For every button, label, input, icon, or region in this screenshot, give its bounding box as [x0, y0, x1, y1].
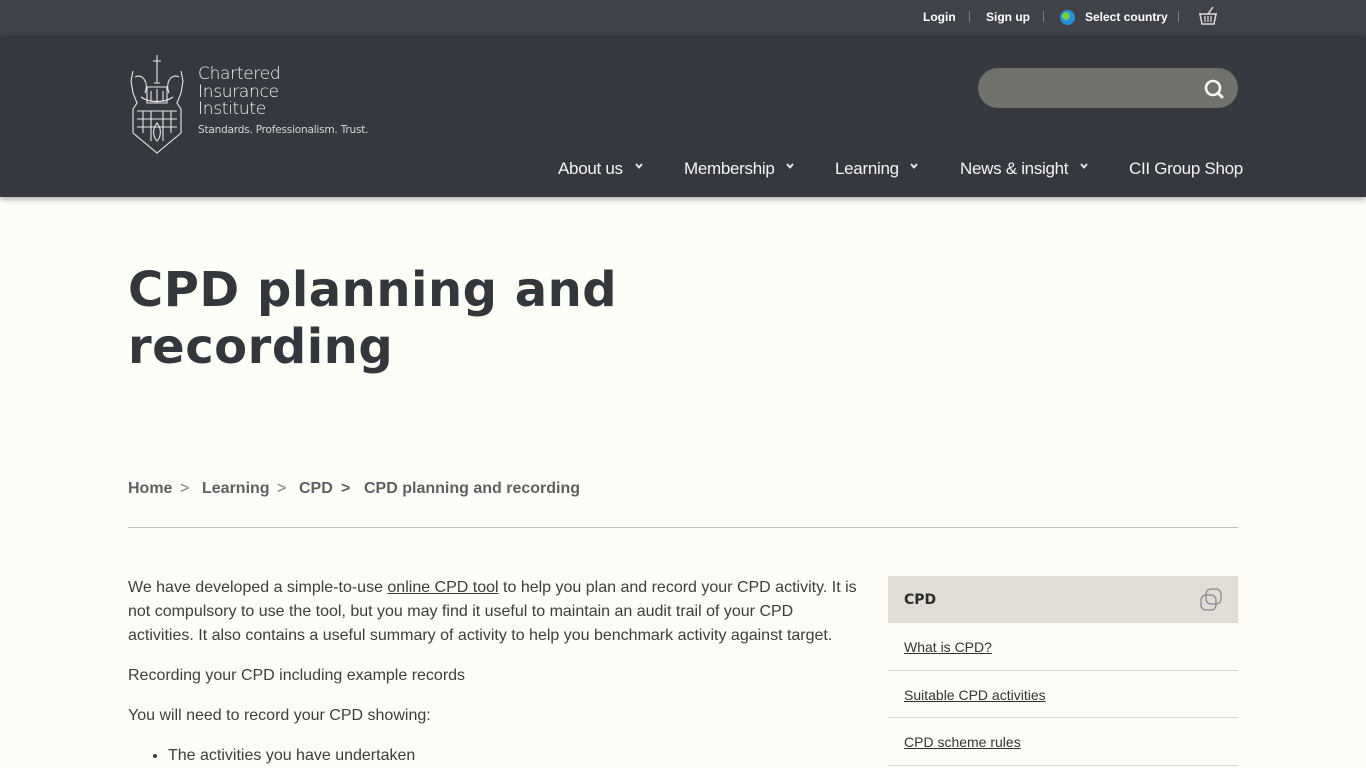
breadcrumb-separator: >: [180, 480, 190, 497]
logo-line-1: Chartered: [198, 64, 281, 84]
sidebar-header[interactable]: CPD: [888, 576, 1238, 623]
logo-tagline: Standards. Professionalism. Trust.: [198, 124, 369, 136]
nav-about-us[interactable]: About us: [558, 159, 623, 179]
site-header: Chartered Insurance Institute Standards.…: [0, 36, 1366, 197]
cii-crest-logo-icon[interactable]: [127, 53, 187, 156]
breadcrumb-separator: >: [277, 480, 287, 497]
list-item: The activities you have undertaken: [168, 744, 863, 768]
main-content: We have developed a simple-to-use online…: [128, 576, 863, 768]
sidebar-link-scheme-rules[interactable]: CPD scheme rules: [904, 734, 1021, 750]
search-input[interactable]: [995, 76, 1185, 100]
chevron-down-icon[interactable]: [785, 161, 795, 171]
intro-text: We have developed a simple-to-use: [128, 579, 388, 596]
page-title-line-1: CPD planning and: [128, 262, 618, 318]
divider: [128, 527, 1238, 528]
page-title: CPD planning and recording: [128, 262, 688, 376]
sidebar-title: CPD: [904, 592, 937, 608]
sidebar-cpd-menu: CPD What is CPD? Suitable CPD activities…: [888, 576, 1238, 766]
chevron-down-icon[interactable]: [1079, 161, 1089, 171]
divider: [1178, 11, 1179, 22]
sidebar-item: Suitable CPD activities: [888, 671, 1238, 718]
requirements-list: The activities you have undertaken: [168, 744, 863, 768]
sidebar-link-what-is-cpd[interactable]: What is CPD?: [904, 639, 992, 655]
recording-heading: Recording your CPD including example rec…: [128, 667, 466, 684]
breadcrumb-cpd[interactable]: CPD: [299, 480, 333, 498]
sidebar-link-suitable-activities[interactable]: Suitable CPD activities: [904, 687, 1046, 703]
utility-bar: Login Sign up Select country: [0, 0, 1366, 36]
select-country-link[interactable]: Select country: [1085, 10, 1168, 24]
breadcrumb-separator: >: [341, 480, 351, 497]
logo-text: Chartered Insurance Institute: [198, 64, 281, 119]
breadcrumb-learning[interactable]: Learning: [202, 480, 270, 498]
record-instructions: You will need to record your CPD showing…: [128, 707, 431, 724]
chevron-down-icon[interactable]: [634, 161, 644, 171]
nav-learning[interactable]: Learning: [835, 159, 899, 179]
sidebar-item: What is CPD?: [888, 623, 1238, 671]
page-title-line-2: recording: [128, 319, 394, 375]
breadcrumb-current: CPD planning and recording: [364, 480, 581, 497]
login-link[interactable]: Login: [923, 10, 956, 24]
logo-line-3: Institute: [198, 99, 266, 119]
breadcrumb-home[interactable]: Home: [128, 480, 172, 498]
intro-paragraph: We have developed a simple-to-use online…: [128, 576, 863, 648]
nav-news-insight[interactable]: News & insight: [960, 159, 1069, 179]
divider: [969, 11, 970, 22]
online-cpd-tool-link[interactable]: online CPD tool: [387, 579, 498, 596]
nav-membership[interactable]: Membership: [684, 159, 775, 179]
sidebar-item: CPD scheme rules: [888, 718, 1238, 766]
chevron-down-icon[interactable]: [909, 161, 919, 171]
basket-icon[interactable]: [1197, 6, 1219, 26]
divider: [1043, 11, 1044, 22]
globe-icon[interactable]: [1060, 10, 1075, 25]
search-icon[interactable]: [1203, 78, 1225, 100]
copy-icon[interactable]: [1199, 587, 1223, 613]
nav-cii-group-shop[interactable]: CII Group Shop: [1129, 159, 1243, 179]
signup-link[interactable]: Sign up: [986, 10, 1030, 24]
